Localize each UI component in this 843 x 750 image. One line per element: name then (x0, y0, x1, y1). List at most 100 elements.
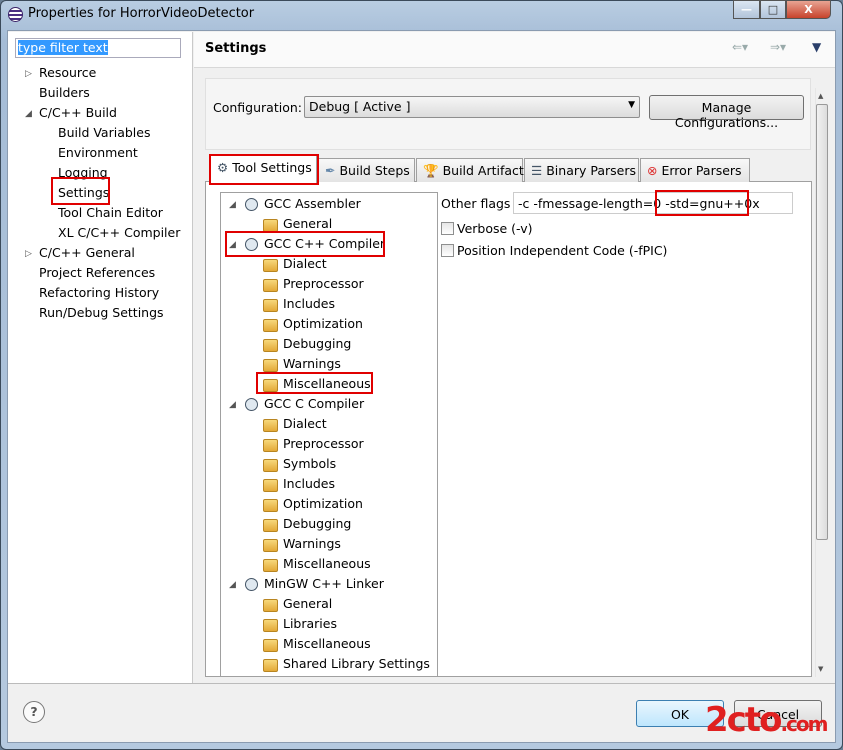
option-category-icon (263, 659, 278, 672)
window-title: Properties for HorrorVideoDetector (28, 6, 255, 21)
option-category-icon (263, 639, 278, 652)
tool-option-item[interactable]: General (283, 596, 332, 611)
configuration-label: Configuration: (213, 100, 302, 115)
tool-option-item[interactable]: Dialect (283, 416, 327, 431)
tab-binary-parsers[interactable]: ☰ Binary Parsers (524, 158, 639, 182)
eclipse-icon (8, 7, 23, 22)
forward-icon[interactable]: ⇒▾ (770, 40, 786, 54)
tool-icon (245, 578, 258, 591)
tab-build-steps[interactable]: ✒ Build Steps (318, 158, 415, 182)
close-button[interactable]: X (786, 0, 831, 19)
tree-item[interactable]: Project References (39, 265, 155, 280)
fpic-checkbox[interactable] (441, 244, 454, 257)
highlight-gcc-cpp-compiler (225, 231, 385, 257)
fpic-label: Position Independent Code (-fPIC) (457, 243, 668, 258)
help-icon[interactable]: ? (23, 701, 45, 723)
tool-option-item[interactable]: Warnings (283, 536, 341, 551)
tool-icon (245, 398, 258, 411)
other-flags-input[interactable]: -c -fmessage-length=0 -std=gnu++0x (513, 192, 793, 214)
tool-option-item[interactable]: Miscellaneous (283, 556, 371, 571)
other-flags-label: Other flags (441, 196, 511, 211)
highlight-settings (51, 177, 110, 205)
option-category-icon (263, 599, 278, 612)
expanded-arrow-icon[interactable]: ◢ (25, 109, 32, 119)
tool-option-item[interactable]: Libraries (283, 616, 337, 631)
tree-item[interactable]: C/C++ General (39, 245, 135, 260)
option-category-icon (263, 279, 278, 292)
tree-item[interactable]: C/C++ Build (39, 105, 117, 120)
tool-option-item[interactable]: General (283, 216, 332, 231)
tree-item[interactable]: Resource (39, 65, 96, 80)
binary-parsers-icon: ☰ (531, 163, 543, 178)
build-artifact-icon: 🏆 (423, 163, 439, 178)
option-category-icon (263, 519, 278, 532)
chevron-down-icon: ▼ (628, 100, 635, 110)
option-category-icon (263, 479, 278, 492)
option-category-icon (263, 559, 278, 572)
tab-label: Build Artifact (442, 163, 524, 178)
tool-option-item[interactable]: Optimization (283, 496, 363, 511)
minimize-button[interactable]: — (733, 0, 760, 19)
option-category-icon (263, 299, 278, 312)
configuration-select[interactable]: Debug [ Active ] ▼ (304, 96, 640, 118)
tree-item[interactable]: Run/Debug Settings (39, 305, 164, 320)
collapsed-arrow-icon[interactable]: ▷ (25, 249, 32, 259)
tool-option-item[interactable]: Symbols (283, 456, 336, 471)
verbose-checkbox[interactable] (441, 222, 454, 235)
filter-text: type filter text (18, 40, 108, 55)
option-category-icon (263, 439, 278, 452)
expanded-arrow-icon[interactable]: ◢ (229, 200, 236, 210)
tool-option-item[interactable]: Preprocessor (283, 436, 364, 451)
tree-item[interactable]: XL C/C++ Compiler (58, 225, 180, 240)
manage-configurations-button[interactable]: Manage Configurations... (649, 95, 804, 130)
collapsed-arrow-icon[interactable]: ▷ (25, 69, 32, 79)
tool-option-item[interactable]: Shared Library Settings (283, 656, 430, 671)
tool-option-item[interactable]: Includes (283, 296, 335, 311)
tool-icon (245, 198, 258, 211)
tool-option-item[interactable]: Preprocessor (283, 276, 364, 291)
option-category-icon (263, 539, 278, 552)
option-category-icon (263, 459, 278, 472)
tab-label: Error Parsers (661, 163, 742, 178)
tree-item[interactable]: Tool Chain Editor (58, 205, 163, 220)
configuration-value: Debug [ Active ] (309, 99, 411, 114)
highlight-tool-settings (209, 154, 319, 185)
tool-option-item[interactable]: Warnings (283, 356, 341, 371)
tool-option-item[interactable]: Optimization (283, 316, 363, 331)
expanded-arrow-icon[interactable]: ◢ (229, 580, 236, 590)
tool-option-item[interactable]: Includes (283, 476, 335, 491)
tab-label: Binary Parsers (546, 163, 636, 178)
option-category-icon (263, 359, 278, 372)
watermark-logo: 2cto.com (705, 700, 828, 740)
tool-option-item[interactable]: Dialect (283, 256, 327, 271)
highlight-miscellaneous (256, 372, 373, 394)
option-category-icon (263, 339, 278, 352)
scroll-down-icon[interactable]: ▼ (818, 665, 823, 673)
tool-option-item[interactable]: Debugging (283, 516, 351, 531)
scrollbar-thumb[interactable] (816, 104, 828, 540)
tree-item[interactable]: Refactoring History (39, 285, 159, 300)
tool-item[interactable]: GCC C Compiler (264, 396, 364, 411)
option-category-icon (263, 499, 278, 512)
view-menu-icon[interactable]: ▼ (812, 40, 821, 54)
tab-error-parsers[interactable]: ⊗ Error Parsers (640, 158, 750, 182)
tree-item[interactable]: Build Variables (58, 125, 150, 140)
tab-label: Build Steps (339, 163, 410, 178)
verbose-label: Verbose (-v) (457, 221, 533, 236)
tree-item[interactable]: Environment (58, 145, 138, 160)
back-icon[interactable]: ⇐▾ (732, 40, 748, 54)
tree-item[interactable]: Builders (39, 85, 90, 100)
option-category-icon (263, 419, 278, 432)
tool-item[interactable]: GCC Assembler (264, 196, 361, 211)
tool-option-item[interactable]: Miscellaneous (283, 636, 371, 651)
tab-build-artifact[interactable]: 🏆 Build Artifact (416, 158, 524, 182)
footer-divider (8, 683, 835, 684)
scroll-up-icon[interactable]: ▲ (818, 92, 823, 100)
expanded-arrow-icon[interactable]: ◢ (229, 400, 236, 410)
filter-input[interactable]: type filter text (15, 38, 181, 58)
option-category-icon (263, 259, 278, 272)
maximize-button[interactable]: □ (760, 0, 786, 19)
tool-item[interactable]: MinGW C++ Linker (264, 576, 384, 591)
highlight-std-flag (655, 190, 749, 216)
tool-option-item[interactable]: Debugging (283, 336, 351, 351)
